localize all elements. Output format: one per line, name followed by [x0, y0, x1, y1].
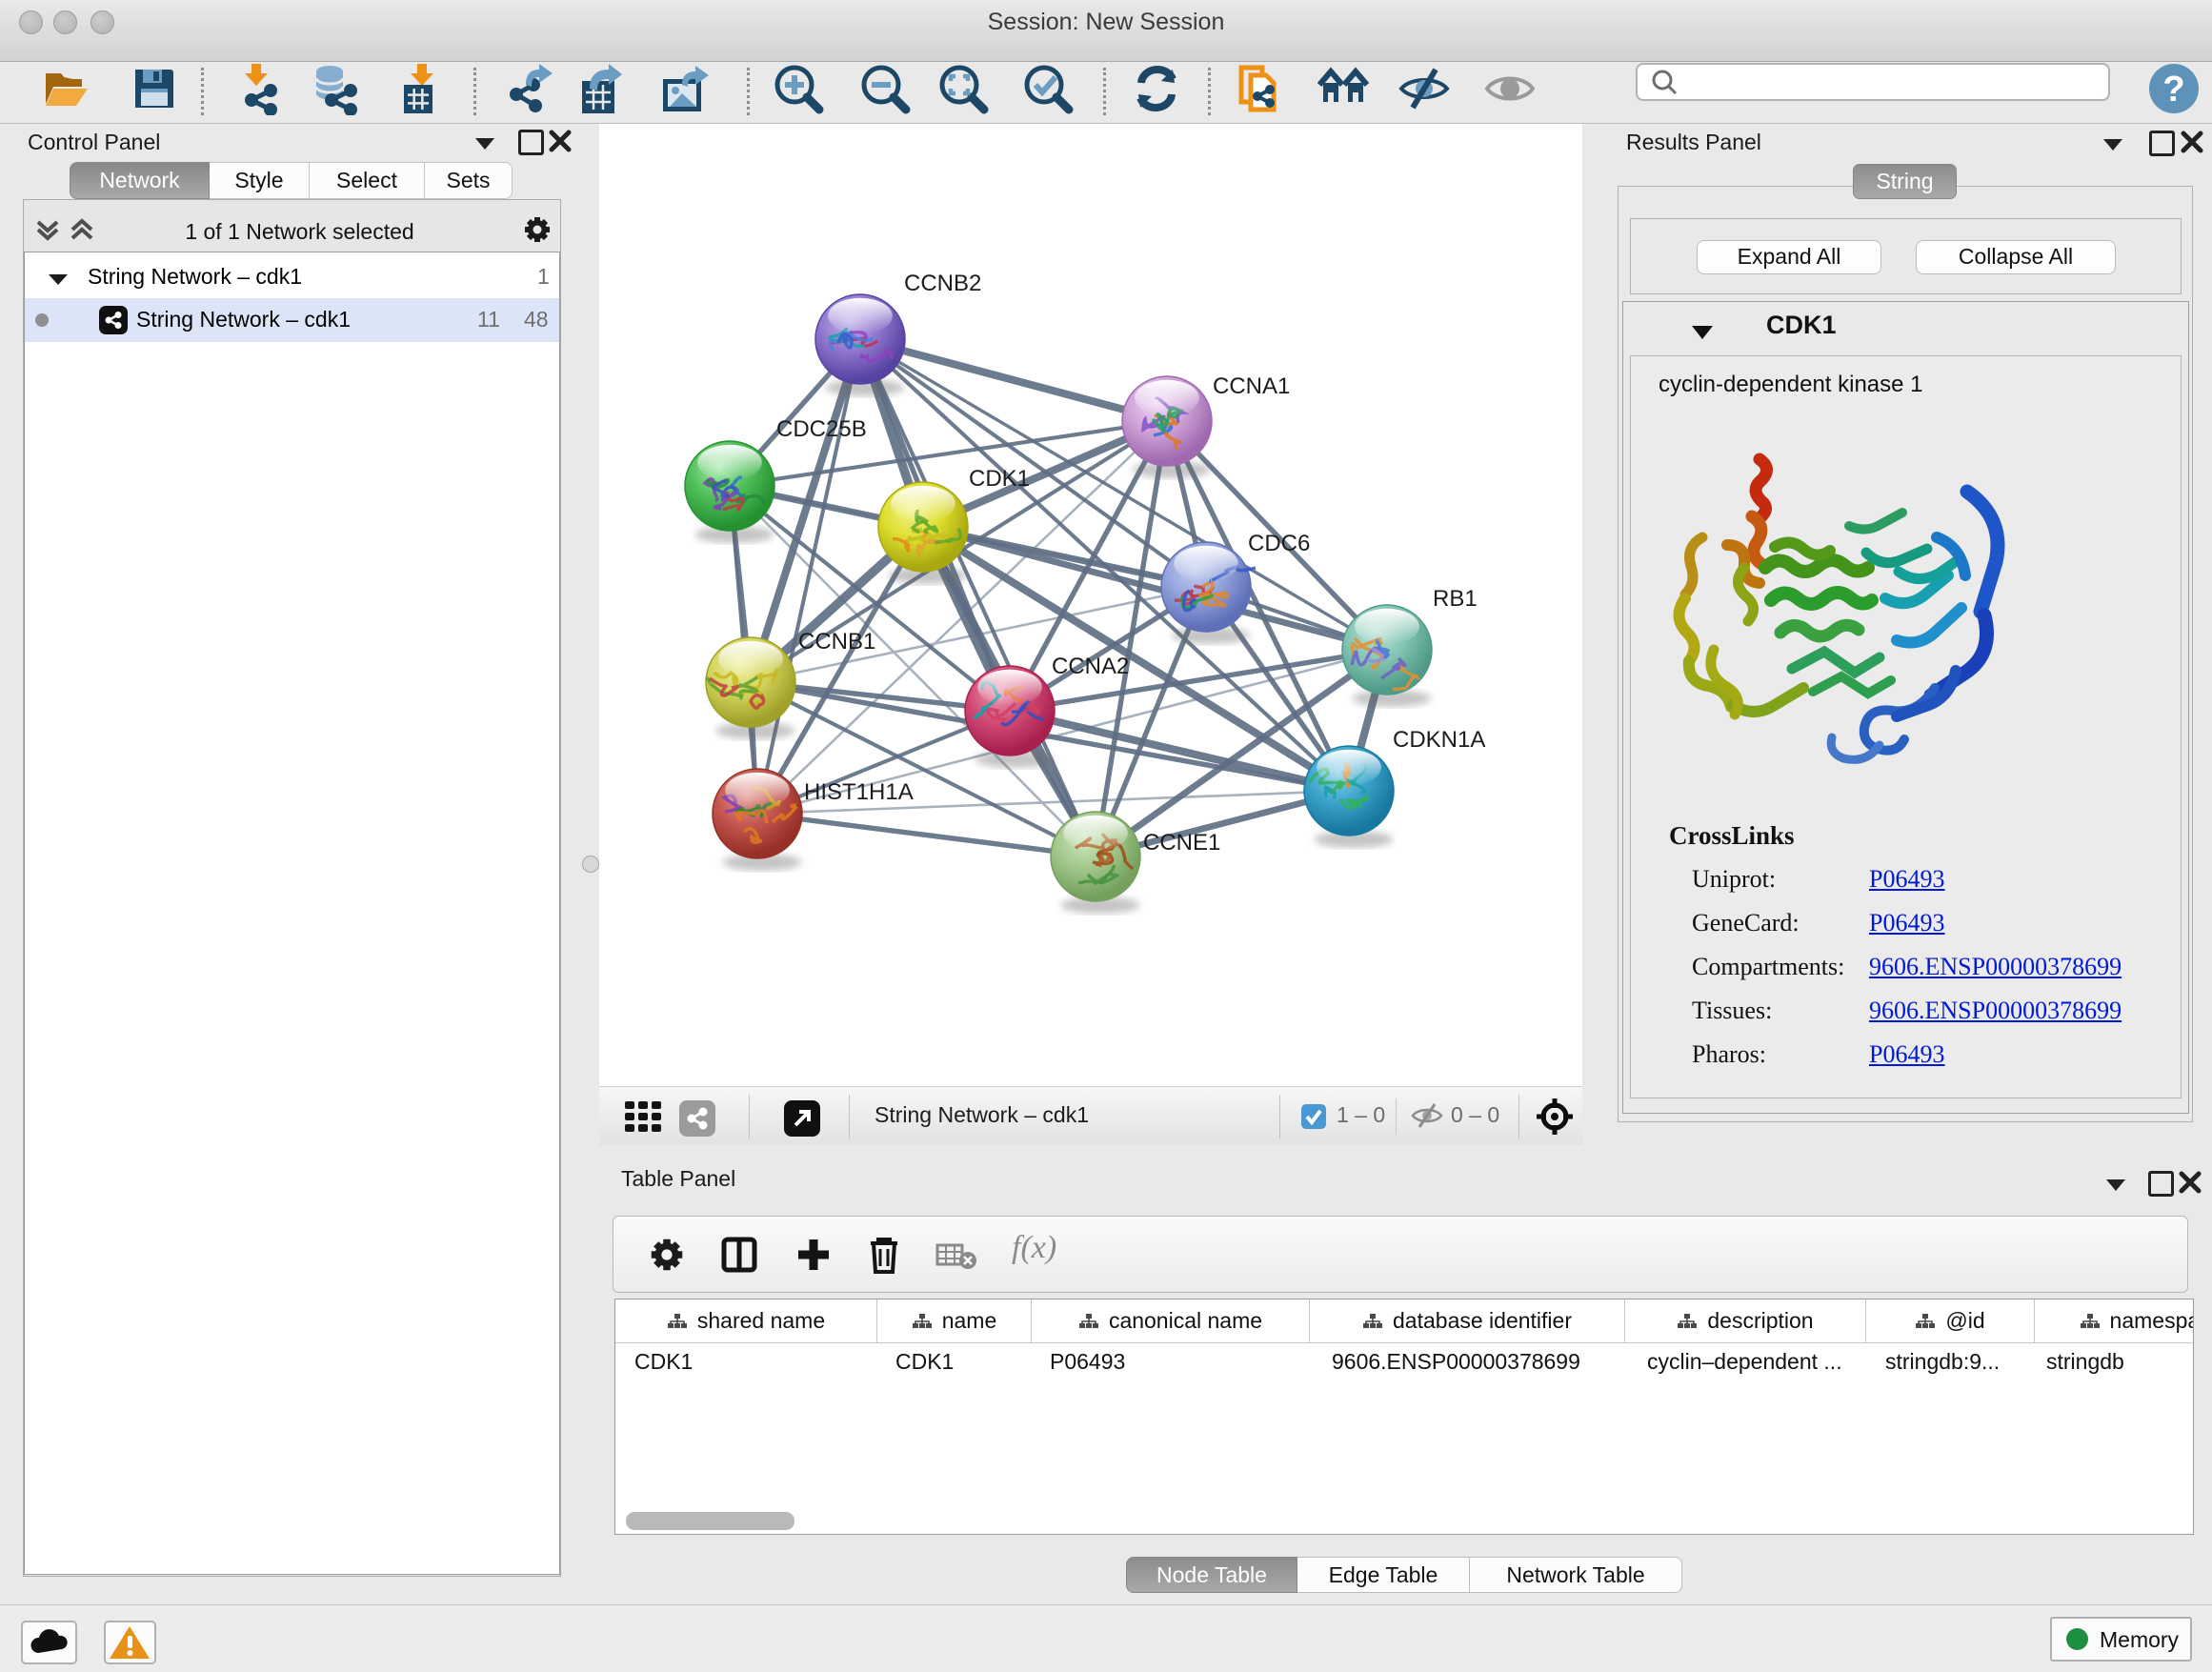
svg-text:CCNE1: CCNE1 — [1143, 830, 1220, 856]
svg-text:CDK1: CDK1 — [969, 466, 1030, 492]
svg-text:RB1: RB1 — [1433, 586, 1478, 612]
svg-text:CDC6: CDC6 — [1248, 531, 1310, 556]
svg-text:CCNB2: CCNB2 — [904, 271, 981, 296]
svg-text:HIST1H1A: HIST1H1A — [804, 779, 914, 805]
svg-text:CDC25B: CDC25B — [776, 416, 867, 442]
svg-text:CCNA2: CCNA2 — [1052, 654, 1129, 679]
svg-text:CDKN1A: CDKN1A — [1393, 727, 1485, 753]
svg-text:CCNB1: CCNB1 — [798, 629, 875, 655]
svg-text:CCNA1: CCNA1 — [1213, 373, 1290, 399]
svg-text:?: ? — [2162, 70, 2184, 110]
